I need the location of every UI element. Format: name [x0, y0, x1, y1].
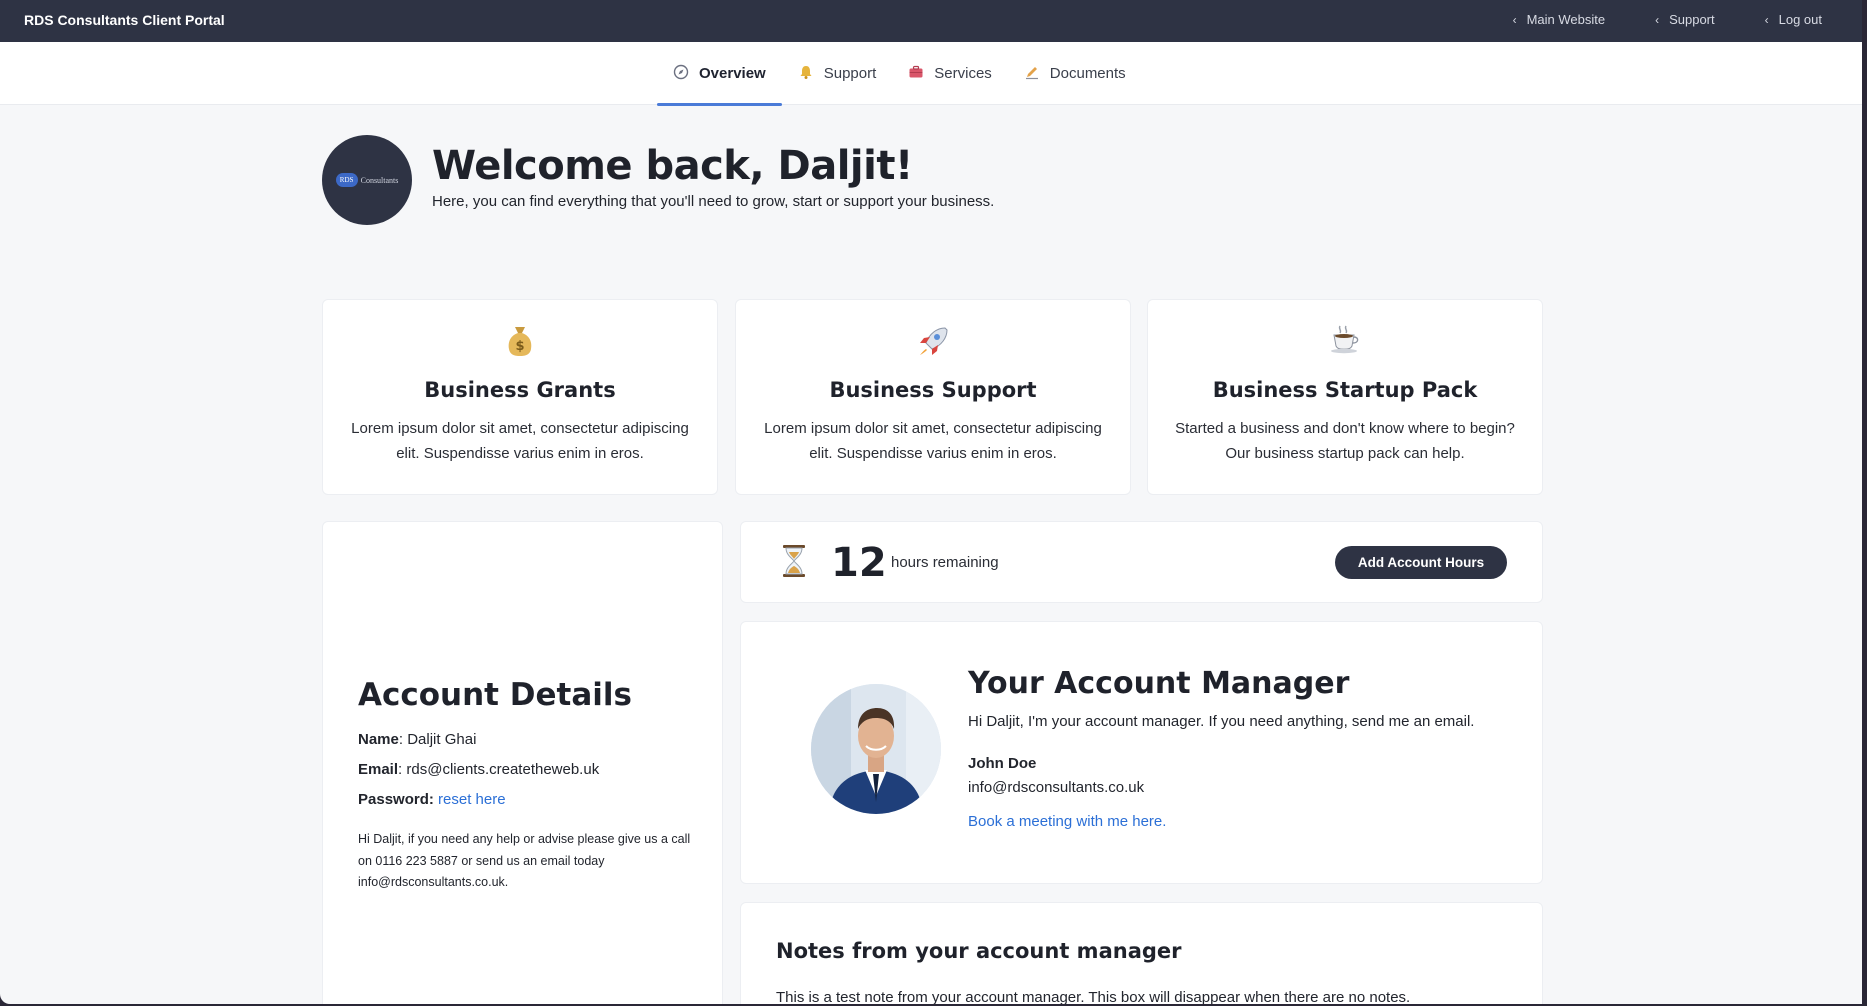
account-help-note: Hi Daljit, if you need any help or advis…: [358, 832, 691, 889]
notes-text: This is a test note from your account ma…: [776, 989, 1411, 1004]
hours-remaining-value: 12: [831, 540, 887, 586]
briefcase-icon: [908, 64, 924, 84]
account-email-label: Email: [358, 761, 399, 778]
account-password-row: Password: reset here: [358, 791, 506, 808]
chevron-left-icon: ‹: [1512, 12, 1517, 27]
page-subtitle: Here, you can find everything that you'l…: [432, 193, 995, 210]
money-bag-icon: $: [323, 324, 717, 364]
account-name-label: Name: [358, 731, 399, 748]
service-title: Business Startup Pack: [1212, 378, 1478, 402]
service-description: Started a business and don't know where …: [1175, 420, 1515, 462]
logout-link[interactable]: ‹ Log out: [1765, 12, 1822, 27]
compass-icon: [673, 64, 689, 84]
tab-overview[interactable]: Overview: [657, 42, 782, 106]
support-label: Support: [1669, 12, 1715, 27]
tab-documents-label: Documents: [1049, 65, 1126, 82]
account-name-value: Daljit Ghai: [407, 731, 477, 748]
notes-title: Notes from your account manager: [776, 939, 1182, 963]
account-password-label: Password:: [358, 791, 434, 808]
service-card-startup-pack[interactable]: Business Startup Pack Started a business…: [1147, 299, 1543, 495]
company-logo: RDS Consultants: [322, 135, 412, 225]
pen-icon: [1024, 64, 1040, 84]
account-manager-intro: Hi Daljit, I'm your account manager. If …: [968, 713, 1475, 730]
account-manager-name: John Doe: [968, 755, 1037, 772]
book-meeting-link[interactable]: Book a meeting with me here.: [968, 813, 1166, 830]
service-description: Lorem ipsum dolor sit amet, consectetur …: [351, 420, 689, 462]
account-manager-avatar: [811, 684, 941, 814]
service-title: Business Grants: [424, 378, 616, 402]
top-links: ‹ Main Website ‹ Support ‹ Log out: [1513, 12, 1822, 27]
support-link[interactable]: ‹ Support: [1655, 12, 1715, 27]
portal-window: RDS Consultants Client Portal ‹ Main Web…: [0, 0, 1862, 1004]
tab-bar: Overview Support Services Documents: [0, 42, 1862, 106]
logo-badge: RDS: [335, 173, 358, 187]
account-manager-title: Your Account Manager: [968, 666, 1350, 701]
chevron-left-icon: ‹: [1655, 12, 1660, 27]
svg-text:$: $: [515, 339, 524, 354]
account-email-value: rds@clients.createtheweb.uk: [406, 761, 600, 778]
account-details-title: Account Details: [358, 677, 632, 713]
account-name-row: Name: Daljit Ghai: [358, 731, 477, 748]
tabs: Overview Support Services Documents: [657, 42, 1142, 106]
tab-support[interactable]: Support: [782, 42, 893, 105]
tab-documents[interactable]: Documents: [1008, 42, 1142, 105]
logout-label: Log out: [1778, 12, 1822, 27]
tab-services-label: Services: [934, 65, 992, 82]
main-website-label: Main Website: [1526, 12, 1606, 27]
tab-support-label: Support: [823, 65, 877, 82]
manager-notes-card: Notes from your account manager This is …: [740, 902, 1543, 1004]
tab-overview-label: Overview: [699, 65, 766, 82]
bell-icon: [798, 64, 814, 84]
service-title: Business Support: [829, 378, 1037, 402]
account-details-card: Account Details Name: Daljit Ghai Email:…: [322, 521, 723, 1004]
tab-services[interactable]: Services: [892, 42, 1008, 105]
add-account-hours-button[interactable]: Add Account Hours: [1335, 546, 1507, 579]
rocket-icon: [736, 324, 1130, 364]
coffee-icon: [1148, 324, 1542, 364]
service-card-grants[interactable]: $ Business Grants Lorem ipsum dolor sit …: [322, 299, 718, 495]
service-description: Lorem ipsum dolor sit amet, consectetur …: [764, 420, 1102, 462]
account-manager-card: Your Account Manager Hi Daljit, I'm your…: [740, 621, 1543, 884]
top-bar: RDS Consultants Client Portal ‹ Main Web…: [0, 0, 1862, 42]
page-title: Welcome back, Daljit!: [432, 143, 913, 189]
account-manager-email: info@rdsconsultants.co.uk: [968, 779, 1145, 796]
hourglass-icon: [781, 544, 807, 586]
main-website-link[interactable]: ‹ Main Website: [1513, 12, 1606, 27]
reset-password-link[interactable]: reset here: [438, 791, 506, 808]
account-email-row: Email: rds@clients.createtheweb.uk: [358, 761, 600, 778]
brand-title: RDS Consultants Client Portal: [24, 12, 225, 28]
service-card-support[interactable]: Business Support Lorem ipsum dolor sit a…: [735, 299, 1131, 495]
chevron-left-icon: ‹: [1764, 12, 1769, 27]
logo-text: Consultants: [360, 175, 399, 185]
hours-remaining-card: 12 hours remaining Add Account Hours: [740, 521, 1543, 603]
hours-remaining-label: hours remaining: [891, 554, 999, 571]
